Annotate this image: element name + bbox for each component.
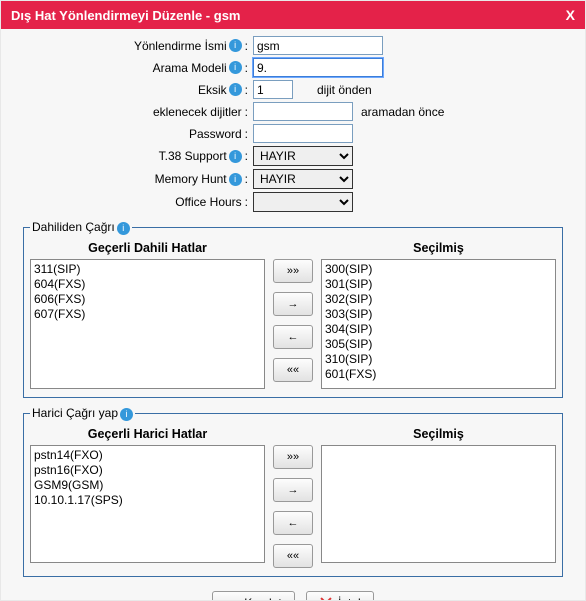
- dialog-window: Dış Hat Yönlendirmeyi Düzenle - gsm X Yö…: [0, 0, 586, 601]
- cancel-label: İptal: [338, 596, 361, 600]
- external-legend: Harici Çağrı yap: [32, 406, 118, 420]
- internal-sel-list[interactable]: 300(SIP)301(SIP)302(SIP)303(SIP)304(SIP)…: [321, 259, 556, 389]
- remove-all-button[interactable]: ««: [273, 358, 313, 382]
- internal-avail-list[interactable]: 311(SIP)604(FXS)606(FXS)607(FXS): [30, 259, 265, 389]
- internal-sel-head: Seçilmiş: [321, 241, 556, 255]
- list-item[interactable]: GSM9(GSM): [34, 478, 261, 493]
- internal-avail-head: Geçerli Dahili Hatlar: [30, 241, 265, 255]
- list-item[interactable]: 300(SIP): [325, 262, 552, 277]
- trim-input[interactable]: [253, 80, 293, 99]
- label-prepend: eklenecek dijitler: [153, 105, 242, 119]
- info-icon[interactable]: i: [229, 173, 242, 186]
- prepend-input[interactable]: [253, 102, 353, 121]
- list-item[interactable]: 303(SIP): [325, 307, 552, 322]
- list-item[interactable]: 302(SIP): [325, 292, 552, 307]
- info-icon[interactable]: i: [229, 150, 242, 163]
- titlebar: Dış Hat Yönlendirmeyi Düzenle - gsm X: [1, 1, 585, 29]
- info-icon[interactable]: i: [117, 222, 130, 235]
- list-item[interactable]: pstn16(FXO): [34, 463, 261, 478]
- label-office: Office Hours: [175, 195, 241, 209]
- remove-all-button[interactable]: ««: [273, 544, 313, 568]
- list-item[interactable]: 304(SIP): [325, 322, 552, 337]
- list-item[interactable]: 310(SIP): [325, 352, 552, 367]
- list-item[interactable]: 311(SIP): [34, 262, 261, 277]
- remove-button[interactable]: ←: [273, 325, 313, 349]
- list-item[interactable]: 607(FXS): [34, 307, 261, 322]
- info-icon[interactable]: i: [229, 61, 242, 74]
- add-button[interactable]: →: [273, 292, 313, 316]
- memhunt-select[interactable]: HAYIR: [253, 169, 353, 189]
- list-item[interactable]: 301(SIP): [325, 277, 552, 292]
- external-avail-list[interactable]: pstn14(FXO)pstn16(FXO)GSM9(GSM)10.10.1.1…: [30, 445, 265, 563]
- label-routing-name: Yönlendirme İsmi: [134, 39, 227, 53]
- office-select[interactable]: [253, 192, 353, 212]
- cancel-button[interactable]: İptal: [306, 591, 374, 600]
- remove-button[interactable]: ←: [273, 511, 313, 535]
- info-icon[interactable]: i: [229, 83, 242, 96]
- footer: Kaydet İptal: [21, 583, 565, 600]
- close-icon[interactable]: X: [566, 7, 575, 23]
- add-button[interactable]: →: [273, 478, 313, 502]
- label-search-model: Arama Modeli: [153, 61, 227, 75]
- password-input[interactable]: [253, 124, 353, 143]
- external-sel-list[interactable]: [321, 445, 556, 563]
- list-item[interactable]: 305(SIP): [325, 337, 552, 352]
- label-password: Password: [189, 127, 242, 141]
- search-model-input[interactable]: [253, 58, 383, 77]
- external-fieldset: Harici Çağrı yapi Geçerli Harici Hatlar …: [23, 406, 563, 577]
- trim-suffix: dijit önden: [317, 83, 372, 97]
- routing-name-input[interactable]: [253, 36, 383, 55]
- add-all-button[interactable]: »»: [273, 259, 313, 283]
- close-icon: [319, 596, 333, 600]
- add-all-button[interactable]: »»: [273, 445, 313, 469]
- list-item[interactable]: pstn14(FXO): [34, 448, 261, 463]
- external-avail-head: Geçerli Harici Hatlar: [30, 427, 265, 441]
- label-t38: T.38 Support: [159, 149, 227, 163]
- label-trim: Eksik: [198, 83, 227, 97]
- internal-legend: Dahiliden Çağrı: [32, 220, 115, 234]
- dialog-body: Yönlendirme İsmii: Arama Modelii: Eksiki…: [1, 29, 585, 600]
- external-sel-head: Seçilmiş: [321, 427, 556, 441]
- prepend-suffix: aramadan önce: [361, 105, 444, 119]
- t38-select[interactable]: HAYIR: [253, 146, 353, 166]
- info-icon[interactable]: i: [120, 408, 133, 421]
- save-label: Kaydet: [244, 596, 281, 600]
- list-item[interactable]: 601(FXS): [325, 367, 552, 382]
- window-title: Dış Hat Yönlendirmeyi Düzenle - gsm: [11, 8, 240, 23]
- internal-fieldset: Dahiliden Çağrıi Geçerli Dahili Hatlar 3…: [23, 220, 563, 398]
- check-icon: [225, 596, 239, 600]
- list-item[interactable]: 604(FXS): [34, 277, 261, 292]
- save-button[interactable]: Kaydet: [212, 591, 294, 600]
- info-icon[interactable]: i: [229, 39, 242, 52]
- list-item[interactable]: 10.10.1.17(SPS): [34, 493, 261, 508]
- label-memhunt: Memory Hunt: [155, 172, 227, 186]
- list-item[interactable]: 606(FXS): [34, 292, 261, 307]
